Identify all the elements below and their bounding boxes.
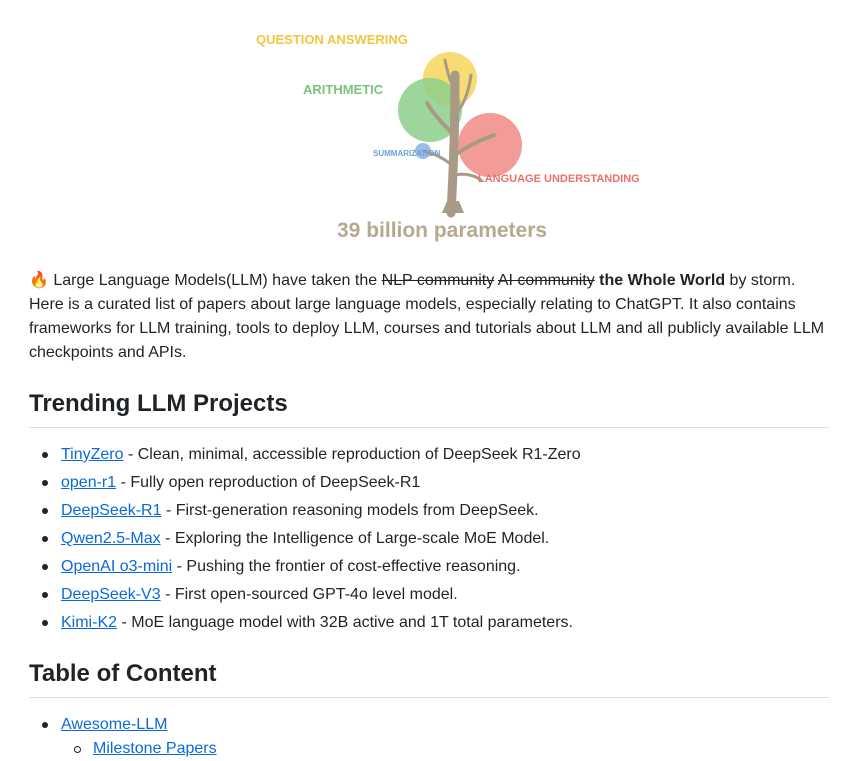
label-arithmetic: ARITHMETIC [303,82,384,97]
list-item-description: - First-generation reasoning models from… [161,502,539,519]
list-item: DeepSeek-R1 - First-generation reasoning… [29,499,829,527]
label-question-answering: QUESTION ANSWERING [256,32,408,47]
strike-ai-community: AI community [497,272,595,289]
heading-table-of-content: Table of Content [29,659,829,698]
list-item: TinyZero - Clean, minimal, accessible re… [29,443,829,471]
link-kimi-k2[interactable]: Kimi-K2 [61,614,117,631]
link-qwen2-5-max[interactable]: Qwen2.5-Max [61,530,161,547]
tree-base [442,201,464,213]
heading-trending-llm-projects: Trending LLM Projects [29,389,829,428]
list-item: Qwen2.5-Max - Exploring the Intelligence… [29,527,829,555]
link-openai-o3-mini[interactable]: OpenAI o3-mini [61,558,172,575]
strike-nlp-community: NLP community [381,272,495,289]
trending-project-list: TinyZero - Clean, minimal, accessible re… [29,443,829,639]
table-of-content-list: Awesome-LLM Milestone Papers [29,713,829,761]
hero-tree-illustration: QUESTION ANSWERING ARITHMETIC SUMMARIZAT… [219,15,659,250]
link-tinyzero[interactable]: TinyZero [61,446,124,463]
link-open-r1[interactable]: open-r1 [61,474,116,491]
toc-item: Awesome-LLM Milestone Papers [29,713,829,761]
list-item-description: - Pushing the frontier of cost-effective… [172,558,521,575]
toc-link-milestone-papers[interactable]: Milestone Papers [93,740,217,757]
list-item: OpenAI o3-mini - Pushing the frontier of… [29,555,829,583]
bold-whole-world: the Whole World [599,272,726,289]
toc-link-awesome-llm[interactable]: Awesome-LLM [61,716,167,733]
list-item: DeepSeek-V3 - First open-sourced GPT-4o … [29,583,829,611]
label-summarization: SUMMARIZATION [373,149,441,158]
list-item: Kimi-K2 - MoE language model with 32B ac… [29,611,829,639]
intro-text-before: Large Language Models(LLM) have taken th… [48,272,382,289]
list-item-description: - MoE language model with 32B active and… [117,614,573,631]
list-item: open-r1 - Fully open reproduction of Dee… [29,471,829,499]
list-item-description: - Exploring the Intelligence of Large-sc… [160,530,550,547]
list-item-description: - Clean, minimal, accessible reproductio… [123,446,581,463]
label-parameters: 39 billion parameters [337,219,547,242]
link-deepseek-r1[interactable]: DeepSeek-R1 [61,502,162,519]
llm-tree-image: QUESTION ANSWERING ARITHMETIC SUMMARIZAT… [256,32,640,242]
toc-subitem: Milestone Papers [61,737,829,761]
list-item-description: - Fully open reproduction of DeepSeek-R1 [116,474,421,491]
fire-emoji: 🔥 [29,272,49,289]
toc-sublist: Milestone Papers [61,737,829,761]
list-item-description: - First open-sourced GPT-4o level model. [160,586,458,603]
intro-paragraph: 🔥 Large Language Models(LLM) have taken … [29,269,829,365]
label-language-understanding: LANGUAGE UNDERSTANDING [478,173,640,185]
link-deepseek-v3[interactable]: DeepSeek-V3 [61,586,161,603]
